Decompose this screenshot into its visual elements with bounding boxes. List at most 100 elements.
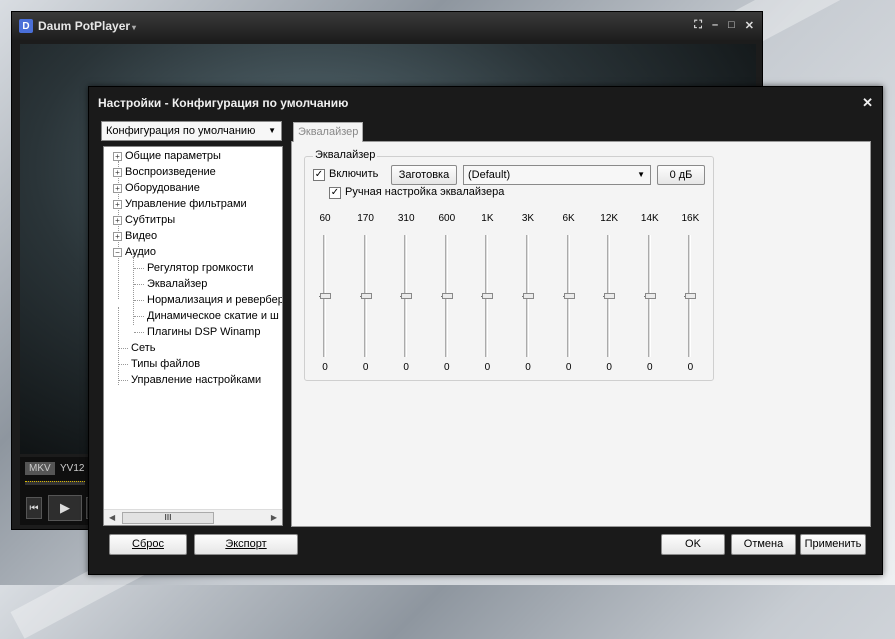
tree-connector: [134, 299, 144, 301]
app-title[interactable]: Daum PotPlayer ▾: [38, 19, 136, 33]
tree-item-label: Аудио: [125, 246, 157, 258]
band-gain-value: 0: [484, 362, 491, 373]
band-frequency-label: 6K: [562, 213, 575, 224]
tree-item-audio[interactable]: − Аудио: [113, 244, 156, 260]
tree-item-subtitles[interactable]: + Субтитры: [113, 212, 175, 228]
band-frequency-label: 170: [357, 213, 374, 224]
tree-connector: [134, 283, 144, 285]
expand-icon[interactable]: +: [113, 215, 122, 225]
tree-item-label: Нормализация и ревербер: [147, 294, 283, 306]
minimize-button[interactable]: –: [712, 19, 718, 32]
band-frequency-label: 60: [319, 213, 331, 224]
profile-select-value: Конфигурация по умолчанию: [106, 125, 256, 137]
format-badge: MKV: [25, 462, 55, 475]
preset-select-value: (Default): [468, 169, 511, 181]
profile-select[interactable]: Конфигурация по умолчанию ▼: [101, 121, 282, 141]
scroll-left-icon[interactable]: ◀: [109, 513, 115, 522]
player-titlebar[interactable]: D Daum PotPlayer ▾ ⛶ – □ ✕: [12, 12, 762, 40]
expand-icon[interactable]: +: [113, 167, 122, 177]
band-gain-value: 0: [687, 362, 694, 373]
scroll-right-icon[interactable]: ▶: [271, 513, 277, 522]
expand-icon[interactable]: +: [113, 199, 122, 209]
manual-eq-checkbox[interactable]: ✓: [329, 187, 341, 199]
tree-item-label: Субтитры: [125, 214, 176, 226]
band-frequency-label: 1K: [481, 213, 494, 224]
tree-item-equalizer[interactable]: Эквалайзер: [134, 276, 207, 292]
tree-item-label: Сеть: [131, 342, 156, 354]
band-slider-thumb[interactable]: [523, 293, 534, 299]
close-button[interactable]: ✕: [745, 19, 754, 32]
enable-label: Включить: [329, 168, 379, 180]
chevron-down-icon: ▼: [637, 170, 645, 179]
expand-icon[interactable]: +: [113, 183, 122, 193]
ok-button[interactable]: OK: [661, 534, 725, 555]
band-slider-thumb[interactable]: [441, 293, 453, 299]
tree-connector: [118, 379, 128, 381]
settings-tree[interactable]: + Общие параметры + Воспроизведение + Обору…: [103, 146, 283, 526]
tree-item-video[interactable]: + Видео: [113, 228, 157, 244]
preset-select[interactable]: (Default) ▼: [463, 165, 651, 185]
app-title-potplayer: PotPlayer: [74, 19, 131, 33]
tree-connector: [134, 267, 144, 269]
tree-connector: [118, 347, 128, 349]
expand-icon[interactable]: +: [113, 151, 122, 161]
seek-bar[interactable]: [25, 481, 85, 485]
band-gain-value: 0: [525, 362, 531, 373]
preset-button[interactable]: Заготовка: [391, 165, 457, 185]
fullscreen-icon[interactable]: ⛶: [694, 19, 702, 32]
cancel-button[interactable]: Отмена: [731, 534, 796, 555]
band-gain-value: 0: [362, 362, 369, 373]
band-gain-value: 0: [444, 362, 450, 373]
band-slider-thumb[interactable]: [604, 293, 616, 299]
tree-item-label: Эквалайзер: [147, 278, 208, 290]
tree-item-filters[interactable]: + Управление фильтрами: [113, 196, 247, 212]
check-icon: ✓: [314, 169, 324, 180]
check-icon: ✓: [330, 187, 340, 198]
band-frequency-label: 16K: [681, 213, 700, 224]
enable-checkbox[interactable]: ✓: [313, 169, 325, 181]
tree-item-general[interactable]: + Общие параметры: [113, 148, 221, 164]
tree-item-filetypes[interactable]: Типы файлов: [118, 356, 200, 372]
maximize-button[interactable]: □: [728, 19, 735, 32]
tree-horizontal-scrollbar[interactable]: ◀ III ▶: [104, 509, 282, 525]
scrollbar-thumb[interactable]: III: [122, 512, 214, 524]
apply-button[interactable]: Применить: [800, 534, 866, 555]
band-slider-thumb[interactable]: [482, 293, 494, 299]
band-frequency-label: 600: [438, 213, 456, 224]
tree-item-label: Управление фильтрами: [125, 198, 247, 210]
export-button[interactable]: Экспорт: [194, 534, 298, 555]
tree-item-compression[interactable]: Динамическое скатие и ш: [134, 308, 279, 324]
collapse-icon[interactable]: −: [113, 247, 122, 257]
tree-item-label: Воспроизведение: [125, 166, 216, 178]
dialog-close-button[interactable]: ✕: [862, 95, 873, 111]
tree-item-normalization[interactable]: Нормализация и ревербер: [134, 292, 283, 308]
tree-item-winamp-dsp[interactable]: Плагины DSP Winamp: [134, 324, 260, 340]
expand-icon[interactable]: +: [113, 231, 122, 241]
tree-item-config[interactable]: Управление настройками: [118, 372, 261, 388]
tree-item-label: Видео: [125, 230, 158, 242]
prev-button[interactable]: ⏮: [26, 497, 42, 519]
equalizer-group-label: Эквалайзер: [313, 149, 378, 161]
tree-item-network[interactable]: Сеть: [118, 340, 155, 356]
band-slider-thumb[interactable]: [320, 293, 331, 299]
band-slider-thumb[interactable]: [685, 293, 697, 299]
zero-db-button[interactable]: 0 дБ: [657, 165, 705, 185]
tab-equalizer[interactable]: Эквалайзер: [293, 122, 363, 142]
tree-item-label: Регулятор громкости: [147, 262, 254, 274]
play-button[interactable]: ▶: [48, 495, 82, 521]
band-slider-thumb[interactable]: [360, 293, 372, 299]
menu-arrow-icon[interactable]: ▾: [132, 23, 136, 32]
manual-eq-label: Ручная настройка эквалайзера: [345, 186, 505, 198]
band-slider-thumb[interactable]: [563, 293, 575, 299]
tree-item-label: Оборудование: [125, 182, 200, 194]
band-slider-thumb[interactable]: [644, 293, 656, 299]
tree-item-playback[interactable]: + Воспроизведение: [113, 164, 216, 180]
band-frequency-label: 310: [397, 213, 415, 224]
tree-item-volume[interactable]: Регулятор громкости: [134, 260, 253, 276]
reset-button[interactable]: Сброс: [109, 534, 187, 555]
dialog-title: Настройки - Конфигурация по умолчанию: [98, 96, 349, 110]
chevron-down-icon: ▼: [268, 126, 276, 135]
export-button-label: Экспорт: [225, 538, 267, 550]
tree-item-hardware[interactable]: + Оборудование: [113, 180, 200, 196]
band-slider-thumb[interactable]: [401, 293, 413, 299]
